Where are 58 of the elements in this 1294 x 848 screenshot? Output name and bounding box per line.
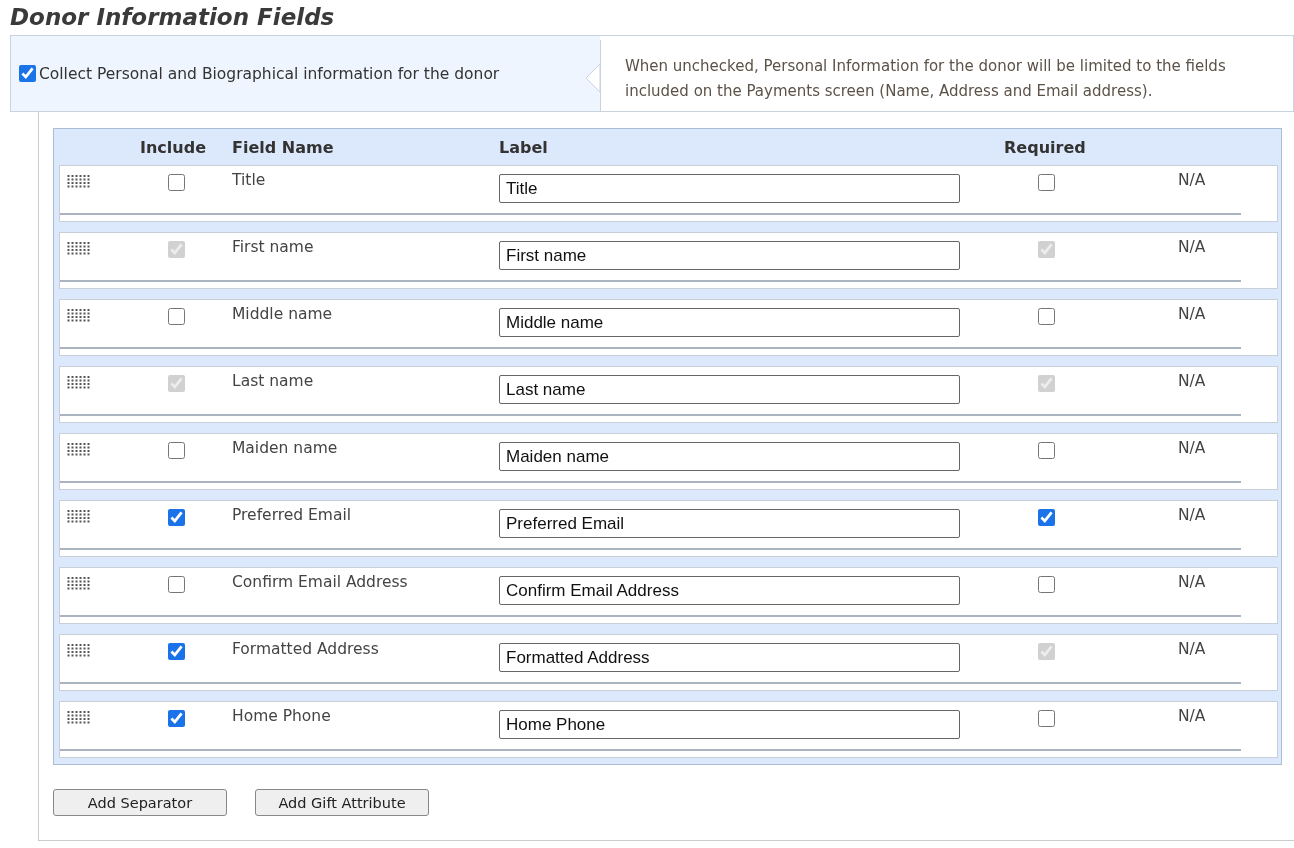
drag-handle-icon[interactable]	[66, 711, 92, 724]
add-button[interactable]: Add Separator	[53, 789, 227, 816]
drag-handle-icon[interactable]	[66, 376, 92, 389]
column-header: Include	[140, 137, 207, 157]
field-name: Confirm Email Address	[232, 572, 409, 591]
default-value: N/A	[1178, 438, 1207, 457]
drag-handle-icon[interactable]	[66, 309, 92, 322]
drag-handle-icon[interactable]	[66, 175, 92, 188]
label-input[interactable]: Last name	[499, 375, 960, 404]
column-header: Required	[1004, 137, 1087, 157]
label-input[interactable]: Middle name	[499, 308, 960, 337]
checkbox[interactable]	[1038, 442, 1055, 459]
default-value: N/A	[1178, 639, 1207, 658]
label-input[interactable]: First name	[499, 241, 960, 270]
checkbox[interactable]	[1038, 710, 1055, 727]
checkbox[interactable]	[168, 710, 185, 727]
checkbox[interactable]	[168, 509, 185, 526]
default-value: N/A	[1178, 304, 1207, 323]
label-input[interactable]: Title	[499, 174, 960, 203]
field-name: Title	[232, 170, 267, 189]
checkbox[interactable]	[168, 576, 185, 593]
column-header: Field Name	[232, 137, 335, 157]
column-header: Label	[499, 137, 549, 157]
checkbox[interactable]	[168, 174, 185, 191]
drag-handle-icon[interactable]	[66, 644, 92, 657]
add-button[interactable]: Add Gift Attribute	[255, 789, 429, 816]
label-input[interactable]: Confirm Email Address	[499, 576, 960, 605]
default-value: N/A	[1178, 505, 1207, 524]
default-value: N/A	[1178, 572, 1207, 591]
default-value: N/A	[1178, 170, 1207, 189]
field-name: Maiden name	[232, 438, 339, 457]
checkbox[interactable]	[168, 643, 185, 660]
field-name: Preferred Email	[232, 505, 353, 524]
drag-handle-icon[interactable]	[66, 510, 92, 523]
default-value: N/A	[1178, 371, 1207, 390]
default-value: N/A	[1178, 706, 1207, 725]
checkbox[interactable]	[168, 442, 185, 459]
checkbox[interactable]	[1038, 308, 1055, 325]
field-name: Middle name	[232, 304, 334, 323]
checkbox[interactable]	[1038, 174, 1055, 191]
label-input[interactable]: Preferred Email	[499, 509, 960, 538]
checkbox[interactable]	[168, 308, 185, 325]
collect-checkbox[interactable]	[19, 65, 36, 82]
label-input[interactable]: Home Phone	[499, 710, 960, 739]
label-input[interactable]: Maiden name	[499, 442, 960, 471]
drag-handle-icon[interactable]	[66, 577, 92, 590]
field-name: First name	[232, 237, 315, 256]
checkbox[interactable]	[1038, 509, 1055, 526]
section-title: Donor Information Fields	[10, 3, 336, 31]
field-name: Formatted Address	[232, 639, 380, 658]
checkbox[interactable]	[1038, 576, 1055, 593]
drag-handle-icon[interactable]	[66, 443, 92, 456]
field-name: Home Phone	[232, 706, 332, 725]
label-input[interactable]: Formatted Address	[499, 643, 960, 672]
field-name: Last name	[232, 371, 315, 390]
default-value: N/A	[1178, 237, 1207, 256]
drag-handle-icon[interactable]	[66, 242, 92, 255]
collect-label: Collect Personal and Biographical information for the donor	[39, 64, 500, 83]
